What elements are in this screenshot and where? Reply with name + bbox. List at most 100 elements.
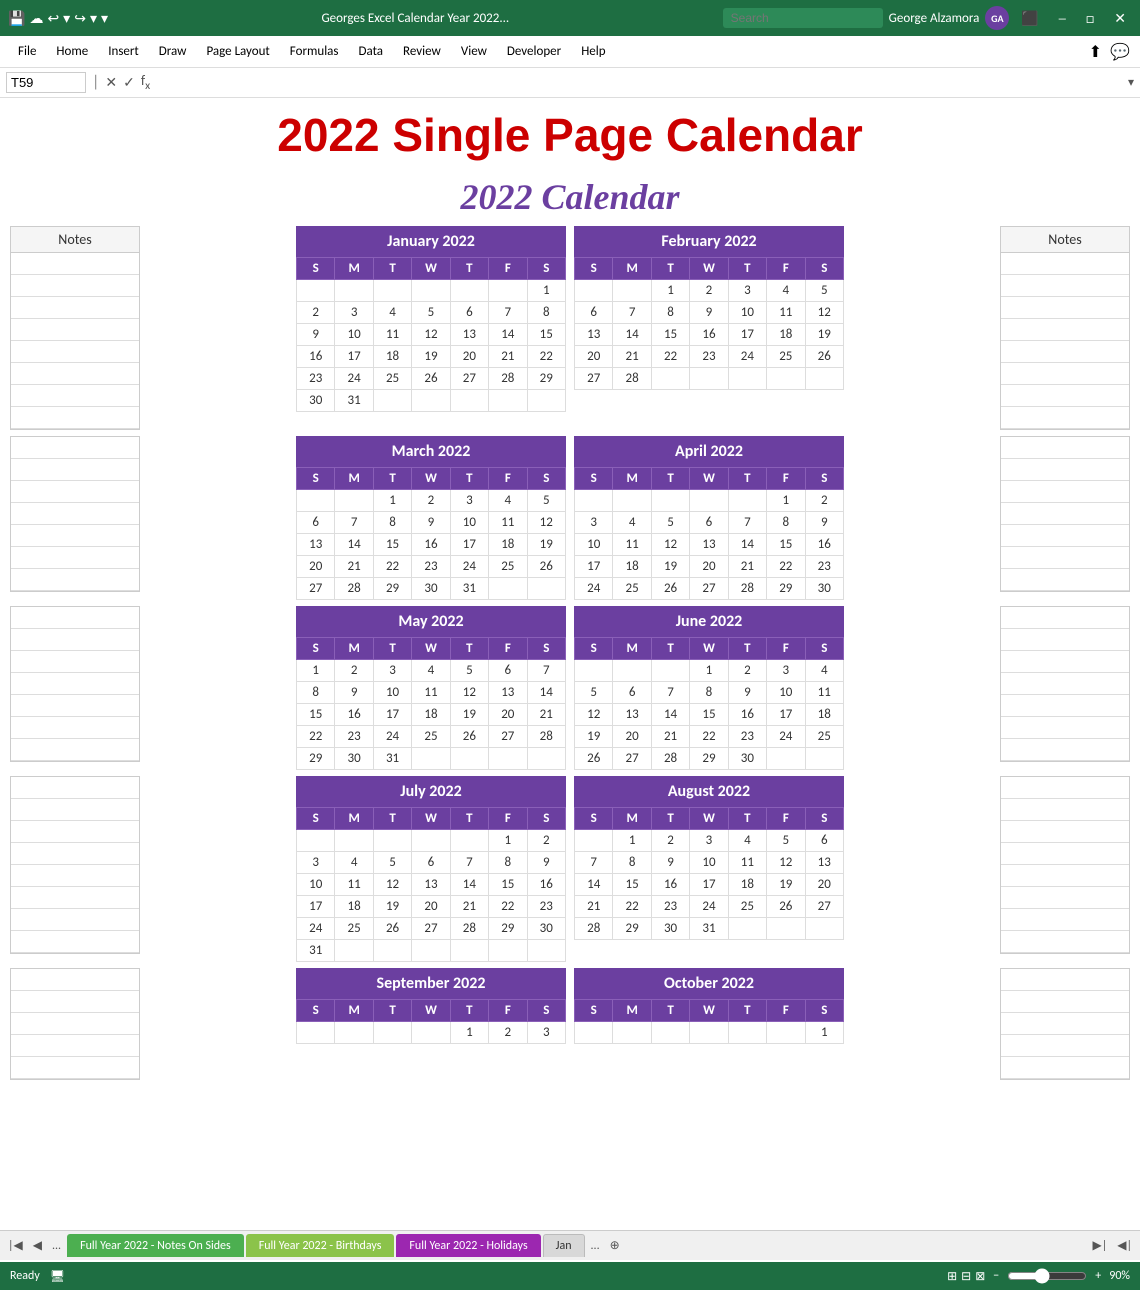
cal-day[interactable]: 12 (527, 512, 565, 534)
cal-day[interactable]: 7 (450, 852, 488, 874)
cal-day[interactable]: 7 (728, 512, 766, 534)
cal-day[interactable]: 8 (651, 302, 689, 324)
cal-day[interactable]: 19 (412, 346, 450, 368)
cal-day[interactable]: 18 (805, 704, 843, 726)
cal-day[interactable]: 14 (575, 874, 613, 896)
cal-day[interactable]: 11 (373, 324, 411, 346)
cal-day[interactable]: 28 (450, 918, 488, 940)
cal-day[interactable]: 15 (767, 534, 805, 556)
cal-day[interactable]: 8 (297, 682, 335, 704)
cancel-formula-icon[interactable]: ✕ (105, 74, 117, 91)
cal-day[interactable]: 12 (412, 324, 450, 346)
cal-day[interactable]: 18 (412, 704, 450, 726)
cal-day[interactable]: 12 (767, 852, 805, 874)
formula-input[interactable] (156, 75, 1122, 90)
cal-day[interactable]: 20 (690, 556, 728, 578)
cal-day[interactable]: 21 (489, 346, 527, 368)
note-line[interactable] (11, 931, 139, 953)
cal-day[interactable]: 30 (728, 748, 766, 770)
save-icon[interactable]: 💾 (8, 10, 25, 27)
cal-day[interactable]: 24 (690, 896, 728, 918)
redo-dropdown-icon[interactable]: ▾ (90, 10, 97, 27)
cal-day[interactable]: 13 (297, 534, 335, 556)
note-line[interactable] (11, 887, 139, 909)
note-line[interactable] (11, 459, 139, 481)
cal-day[interactable]: 16 (527, 874, 565, 896)
cal-day[interactable]: 23 (728, 726, 766, 748)
menu-formulas[interactable]: Formulas (282, 41, 347, 62)
user-avatar[interactable]: GA (985, 6, 1009, 30)
menu-data[interactable]: Data (351, 41, 392, 62)
cal-day[interactable]: 16 (412, 534, 450, 556)
cal-day[interactable]: 25 (613, 578, 651, 600)
cal-day[interactable]: 24 (297, 918, 335, 940)
cal-day[interactable]: 17 (450, 534, 488, 556)
cal-day[interactable]: 11 (412, 682, 450, 704)
cal-day[interactable]: 10 (690, 852, 728, 874)
cal-day[interactable]: 7 (335, 512, 373, 534)
cal-day[interactable]: 2 (527, 830, 565, 852)
cal-day[interactable]: 11 (767, 302, 805, 324)
cal-day[interactable]: 26 (450, 726, 488, 748)
menu-page-layout[interactable]: Page Layout (198, 41, 277, 62)
cal-day[interactable]: 20 (805, 874, 843, 896)
cal-day[interactable]: 13 (575, 324, 613, 346)
cal-day[interactable]: 29 (690, 748, 728, 770)
cal-day[interactable]: 14 (450, 874, 488, 896)
cal-day[interactable]: 14 (527, 682, 565, 704)
note-line[interactable] (11, 969, 139, 991)
cal-day[interactable]: 21 (575, 896, 613, 918)
comments-icon[interactable]: 💬 (1110, 42, 1130, 62)
close-icon[interactable]: ✕ (1108, 8, 1132, 29)
note-line[interactable] (1001, 673, 1129, 695)
note-line[interactable] (1001, 1057, 1129, 1079)
cal-day[interactable]: 19 (651, 556, 689, 578)
cal-day[interactable]: 21 (728, 556, 766, 578)
menu-draw[interactable]: Draw (151, 41, 195, 62)
cal-day[interactable]: 1 (805, 1022, 843, 1044)
note-line[interactable] (1001, 525, 1129, 547)
note-line[interactable] (11, 1013, 139, 1035)
note-line[interactable] (1001, 629, 1129, 651)
cal-day[interactable]: 30 (805, 578, 843, 600)
cal-day[interactable]: 18 (767, 324, 805, 346)
sheet-tab-holidays[interactable]: Full Year 2022 - Holidays (396, 1234, 540, 1257)
cal-day[interactable]: 17 (690, 874, 728, 896)
cal-day[interactable]: 26 (373, 918, 411, 940)
cal-day[interactable]: 21 (335, 556, 373, 578)
sheet-nav-first[interactable]: |◀ (4, 1236, 27, 1255)
cal-day[interactable]: 26 (651, 578, 689, 600)
note-line[interactable] (1001, 651, 1129, 673)
cal-day[interactable]: 7 (489, 302, 527, 324)
note-line[interactable] (11, 547, 139, 569)
cal-day[interactable]: 14 (613, 324, 651, 346)
cal-day[interactable]: 6 (489, 660, 527, 682)
cal-day[interactable]: 22 (651, 346, 689, 368)
cal-day[interactable]: 29 (489, 918, 527, 940)
cell-reference-input[interactable]: T59 (6, 72, 86, 93)
cal-day[interactable]: 10 (575, 534, 613, 556)
cal-day[interactable]: 30 (651, 918, 689, 940)
cal-day[interactable]: 24 (575, 578, 613, 600)
cal-day[interactable]: 1 (651, 280, 689, 302)
note-line[interactable] (1001, 319, 1129, 341)
cal-day[interactable]: 25 (373, 368, 411, 390)
cal-day[interactable]: 19 (527, 534, 565, 556)
cal-day[interactable]: 6 (575, 302, 613, 324)
cal-day[interactable]: 9 (805, 512, 843, 534)
note-line[interactable] (1001, 547, 1129, 569)
note-line[interactable] (1001, 717, 1129, 739)
cal-day[interactable]: 23 (651, 896, 689, 918)
cal-day[interactable]: 15 (527, 324, 565, 346)
cal-day[interactable]: 26 (527, 556, 565, 578)
cal-day[interactable]: 28 (728, 578, 766, 600)
cal-day[interactable]: 30 (527, 918, 565, 940)
undo-dropdown-icon[interactable]: ▾ (63, 10, 70, 27)
cal-day[interactable]: 31 (450, 578, 488, 600)
cal-day[interactable]: 2 (805, 490, 843, 512)
cal-day[interactable]: 10 (767, 682, 805, 704)
cal-day[interactable]: 9 (728, 682, 766, 704)
cal-day[interactable]: 22 (527, 346, 565, 368)
cal-day[interactable]: 22 (373, 556, 411, 578)
cal-day[interactable]: 19 (450, 704, 488, 726)
